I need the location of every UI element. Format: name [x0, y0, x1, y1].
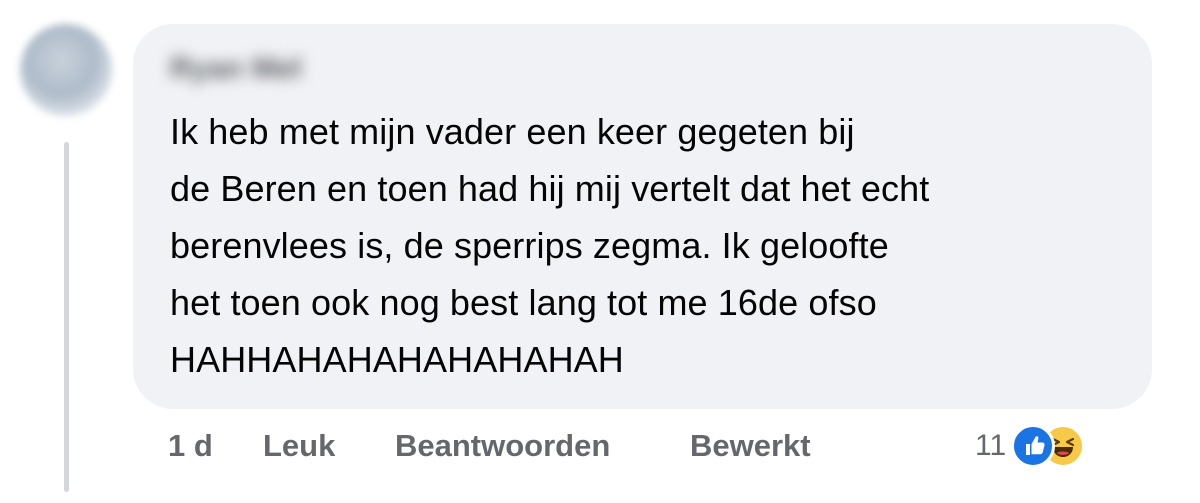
- edited-label[interactable]: Bewerkt: [690, 424, 811, 468]
- avatar[interactable]: [20, 24, 112, 116]
- author-name[interactable]: Ryan Mel: [170, 52, 302, 86]
- timestamp-link[interactable]: 1 d: [168, 424, 213, 468]
- thread-line: [64, 142, 69, 492]
- comment-line: de Beren en toen had hij mij vertelt dat…: [170, 168, 930, 209]
- comment-line: berenvlees is, de sperrips zegma. Ik gel…: [170, 225, 889, 266]
- reply-button[interactable]: Beantwoorden: [395, 424, 610, 468]
- comment-line: HAHHAHAHAHAHAHAHAH: [170, 339, 624, 380]
- reaction-count: 11: [975, 429, 1007, 462]
- comment-line: Ik heb met mijn vader een keer gegeten b…: [170, 111, 855, 152]
- comment-text: Ik heb met mijn vader een keer gegeten b…: [170, 103, 1130, 388]
- reactions-summary[interactable]: 11: [975, 420, 1105, 472]
- like-button[interactable]: Leuk: [263, 424, 335, 468]
- like-reaction-icon: [1011, 424, 1055, 468]
- comment-line: het toen ook nog best lang tot me 16de o…: [170, 282, 877, 323]
